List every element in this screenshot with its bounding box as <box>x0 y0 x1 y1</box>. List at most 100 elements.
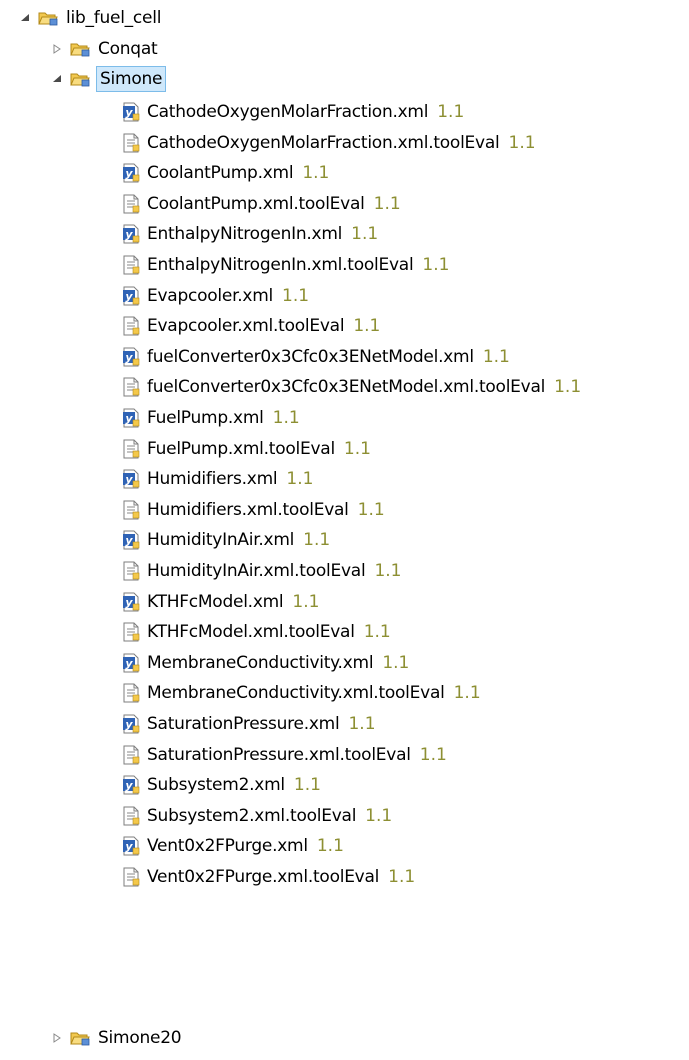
expanded-arrow-icon[interactable] <box>18 11 32 25</box>
xml-file-icon: y <box>123 469 140 489</box>
file-name: fuelConverter0x3Cfc0x3ENetModel.xml.tool… <box>147 377 546 398</box>
file-name: SaturationPressure.xml.toolEval <box>147 744 411 765</box>
folder-label-simone: Simone <box>96 66 167 92</box>
tree-row-file[interactable]: y Humidifiers.xml 1.1 <box>121 464 313 494</box>
tree-row-root[interactable]: lib_fuel_cell <box>18 3 163 33</box>
text-file-icon <box>123 439 140 459</box>
file-name: SaturationPressure.xml <box>147 714 340 734</box>
tree-row-folder-simone20[interactable]: Simone20 <box>50 1023 183 1053</box>
text-file-icon <box>123 255 140 275</box>
tree-row-file[interactable]: CoolantPump.xml.toolEval 1.1 <box>121 189 401 219</box>
revision-label: 1.1 <box>293 775 321 796</box>
tree-row-file[interactable]: Subsystem2.xml.toolEval 1.1 <box>121 801 392 831</box>
file-name: HumidityInAir.xml.toolEval <box>147 561 366 581</box>
tree-row-file[interactable]: y FuelPump.xml 1.1 <box>121 403 300 433</box>
tree-row-file[interactable]: y Subsystem2.xml 1.1 <box>121 770 321 800</box>
tree-row-file[interactable]: y CoolantPump.xml 1.1 <box>121 158 329 188</box>
svg-text:y: y <box>125 718 133 731</box>
tree-row-file[interactable]: SaturationPressure.xml.toolEval 1.1 <box>121 740 447 770</box>
svg-text:y: y <box>125 657 133 670</box>
tree-row-folder-simone[interactable]: Simone <box>50 64 167 94</box>
svg-text:y: y <box>125 290 133 303</box>
revision-label: 1.1 <box>353 316 381 337</box>
tree-row-file[interactable]: EnthalpyNitrogenIn.xml.toolEval 1.1 <box>121 250 449 280</box>
tree-row-file[interactable]: CathodeOxygenMolarFraction.xml.toolEval 1… <box>121 128 536 158</box>
text-file-icon <box>123 622 140 642</box>
file-name: CathodeOxygenMolarFraction.xml.toolEval <box>147 132 500 153</box>
revision-label: 1.1 <box>482 346 510 367</box>
svg-text:y: y <box>125 228 133 241</box>
file-name: Evapcooler.xml <box>147 285 274 306</box>
text-file-icon <box>123 745 140 765</box>
file-name: Humidifiers.xml.toolEval <box>147 499 349 520</box>
tree-row-file[interactable]: Humidifiers.xml.toolEval 1.1 <box>121 495 385 525</box>
file-name: CathodeOxygenMolarFraction.xml <box>147 102 429 122</box>
svg-text:y: y <box>125 412 133 425</box>
revision-label: 1.1 <box>303 530 331 551</box>
tree-row-file[interactable]: y Evapcooler.xml 1.1 <box>121 281 309 311</box>
collapsed-arrow-icon[interactable] <box>50 1031 64 1045</box>
svg-text:y: y <box>125 351 133 364</box>
file-name: fuelConverter0x3Cfc0x3ENetModel.xml <box>147 346 474 367</box>
revision-label: 1.1 <box>272 408 300 428</box>
collapsed-arrow-icon[interactable] <box>50 42 64 56</box>
revision-label: 1.1 <box>437 102 465 122</box>
tree-row-file[interactable]: y EnthalpyNitrogenIn.xml 1.1 <box>121 219 378 249</box>
revision-label: 1.1 <box>292 591 320 612</box>
expanded-arrow-icon[interactable] <box>50 72 64 86</box>
file-name: FuelPump.xml.toolEval <box>147 438 335 459</box>
file-name: EnthalpyNitrogenIn.xml <box>147 224 343 245</box>
tree-row-file[interactable]: y HumidityInAir.xml 1.1 <box>121 525 330 555</box>
file-name: EnthalpyNitrogenIn.xml.toolEval <box>147 255 414 275</box>
text-file-icon <box>123 500 140 520</box>
file-name: Subsystem2.xml.toolEval <box>147 805 357 826</box>
svg-text:y: y <box>125 106 133 119</box>
tree-row-file[interactable]: y fuelConverter0x3Cfc0x3ENetModel.xml 1.1 <box>121 342 510 372</box>
xml-file-icon: y <box>123 530 140 550</box>
xml-file-icon: y <box>123 408 140 428</box>
tree-row-file[interactable]: HumidityInAir.xml.toolEval 1.1 <box>121 556 401 586</box>
tree-row-folder-conqat[interactable]: Conqat <box>50 34 159 64</box>
tree-row-file[interactable]: y MembraneConductivity.xml 1.1 <box>121 648 409 678</box>
revision-label: 1.1 <box>282 285 310 306</box>
text-file-icon <box>123 561 140 581</box>
revision-label: 1.1 <box>419 744 447 765</box>
revision-label: 1.1 <box>286 469 314 490</box>
text-file-icon <box>123 867 140 887</box>
file-name: Vent0x2FPurge.xml <box>147 836 308 857</box>
tree-row-file[interactable]: fuelConverter0x3Cfc0x3ENetModel.xml.tool… <box>121 372 581 402</box>
revision-label: 1.1 <box>554 377 582 398</box>
xml-file-icon: y <box>123 592 140 612</box>
tree-row-file[interactable]: y KTHFcModel.xml 1.1 <box>121 587 319 617</box>
tree-row-file[interactable]: y Vent0x2FPurge.xml 1.1 <box>121 831 344 861</box>
xml-file-icon: y <box>123 347 140 367</box>
svg-text:y: y <box>125 167 133 180</box>
svg-text:y: y <box>125 779 133 792</box>
root-folder-label: lib_fuel_cell <box>66 8 162 28</box>
tree-row-file[interactable]: KTHFcModel.xml.toolEval 1.1 <box>121 617 391 647</box>
file-name: HumidityInAir.xml <box>147 530 295 551</box>
tree-row-file[interactable]: FuelPump.xml.toolEval 1.1 <box>121 434 371 464</box>
tree-row-file[interactable]: y CathodeOxygenMolarFraction.xml 1.1 <box>121 97 464 127</box>
tree-row-file[interactable]: y SaturationPressure.xml 1.1 <box>121 709 376 739</box>
tree-row-file[interactable]: MembraneConductivity.xml.toolEval 1.1 <box>121 678 481 708</box>
file-name: Vent0x2FPurge.xml.toolEval <box>147 867 380 887</box>
revision-label: 1.1 <box>373 193 401 214</box>
revision-label: 1.1 <box>302 163 330 184</box>
xml-file-icon: y <box>123 163 140 183</box>
file-name: CoolantPump.xml <box>147 163 294 184</box>
file-name: KTHFcModel.xml <box>147 591 284 612</box>
folder-label-conqat: Conqat <box>98 39 158 59</box>
svg-text:y: y <box>125 534 133 547</box>
revision-label: 1.1 <box>422 255 450 275</box>
revision-label: 1.1 <box>388 867 416 887</box>
folder-open-icon <box>38 12 58 26</box>
xml-file-icon: y <box>123 286 140 306</box>
tree-row-file[interactable]: Evapcooler.xml.toolEval 1.1 <box>121 311 380 341</box>
revision-label: 1.1 <box>357 499 385 520</box>
text-file-icon <box>123 377 140 397</box>
revision-label: 1.1 <box>365 805 393 826</box>
revision-label: 1.1 <box>508 132 536 153</box>
tree-row-file[interactable]: Vent0x2FPurge.xml.toolEval 1.1 <box>121 862 415 892</box>
revision-label: 1.1 <box>453 683 481 704</box>
